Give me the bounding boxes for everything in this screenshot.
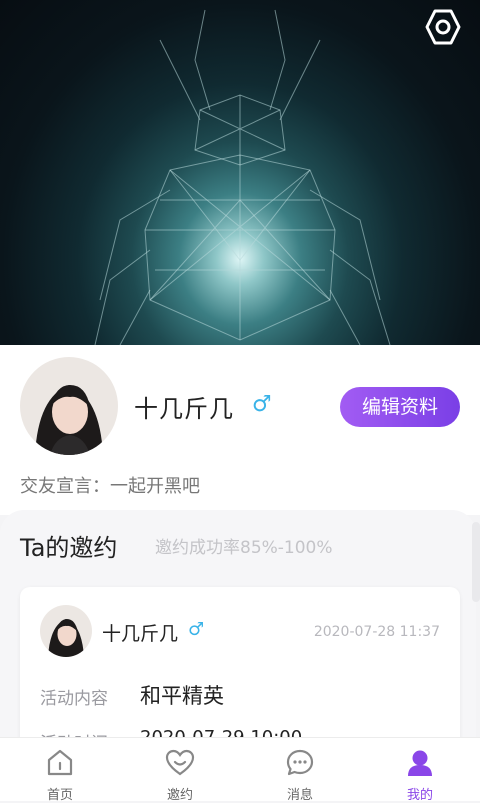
edit-profile-button[interactable]: 编辑资料 xyxy=(340,387,460,427)
settings-icon[interactable] xyxy=(424,8,462,46)
message-icon xyxy=(286,749,314,776)
tab-messages[interactable]: 消息 xyxy=(240,738,360,803)
profile-name: 十几斤几 xyxy=(134,395,234,423)
person-icon xyxy=(408,750,432,776)
dating-motto: 交友宣言：一起开黑吧 xyxy=(20,476,200,497)
tab-mine[interactable]: 我的 xyxy=(360,738,480,803)
avatar[interactable] xyxy=(20,357,118,455)
home-icon xyxy=(47,749,73,776)
tab-invitations[interactable]: 邀约 xyxy=(120,738,240,803)
activity-content-value: 和平精英 xyxy=(140,684,224,708)
tab-mine-label: 我的 xyxy=(406,788,433,803)
tab-home-label: 首页 xyxy=(46,788,73,803)
male-icon: ♂ xyxy=(252,392,272,417)
male-icon: ♂ xyxy=(188,619,205,640)
cover-image xyxy=(0,0,480,345)
activity-content-label: 活动内容 xyxy=(40,689,108,709)
wire-beetle-art xyxy=(94,9,391,345)
invitations-title: Ta的邀约 xyxy=(20,534,118,562)
bottom-tab-bar: 首页 邀约 消息 我的 xyxy=(0,737,480,803)
heart-icon xyxy=(165,749,195,776)
success-rate-text: 邀约成功率85%-100% xyxy=(155,538,333,558)
invitation-timestamp: 2020-07-28 11:37 xyxy=(313,624,440,640)
profile-section: 十几斤几 ♂ 编辑资料 交友宣言：一起开黑吧 xyxy=(0,345,480,515)
invitation-user-name: 十几斤几 xyxy=(102,623,179,645)
avatar[interactable] xyxy=(40,605,92,657)
tab-invitations-label: 邀约 xyxy=(166,788,193,803)
invitations-section: Ta的邀约 邀约成功率85%-100% 十几斤几 ♂ 2020-07-28 11… xyxy=(0,510,476,787)
tab-home[interactable]: 首页 xyxy=(0,738,120,803)
tab-messages-label: 消息 xyxy=(286,788,313,803)
scroll-indicator xyxy=(472,522,480,602)
